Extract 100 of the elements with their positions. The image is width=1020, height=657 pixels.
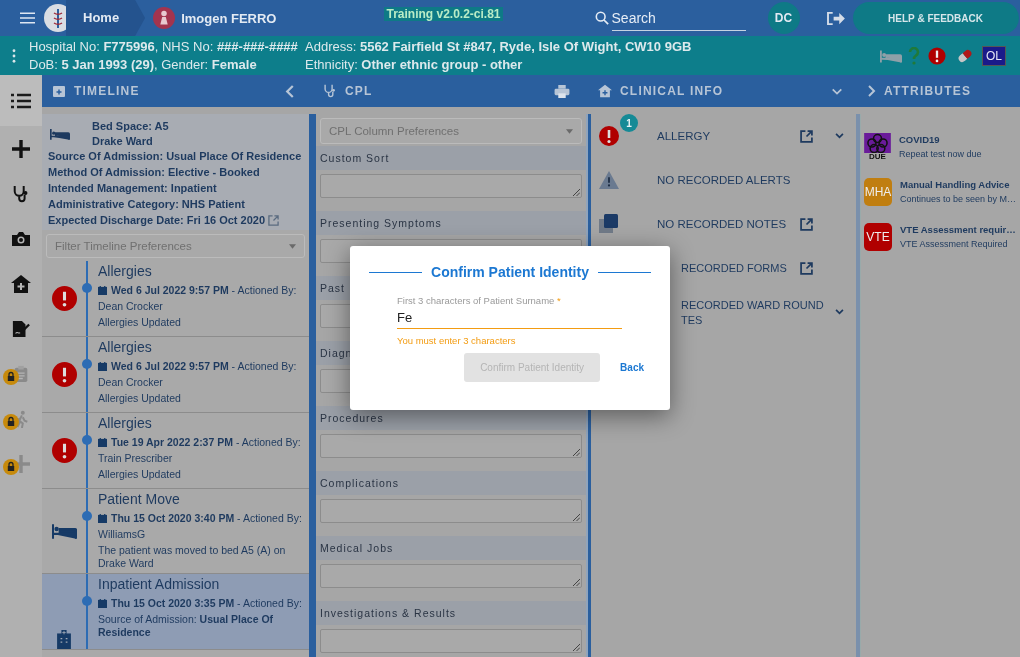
entry-detail: The patient was moved to bed A5 (A) on Drake Ward bbox=[98, 544, 287, 570]
camera-icon bbox=[11, 229, 31, 248]
patient-ethnicity: Ethnicity: Other ethnic group - other bbox=[305, 57, 524, 72]
resize-handle-icon[interactable] bbox=[572, 643, 580, 651]
alert-icon[interactable] bbox=[926, 46, 948, 65]
chevron-left-icon[interactable] bbox=[285, 84, 295, 98]
entry-title: Patient Move bbox=[98, 491, 181, 508]
external-link-icon[interactable] bbox=[800, 217, 813, 231]
entry-title: Inpatient Admission bbox=[98, 576, 221, 593]
entry-detail: Dean Crocker bbox=[98, 300, 164, 313]
entry-title: Allergies bbox=[98, 263, 153, 280]
clinical-info-label[interactable]: RECORDED FORMS bbox=[681, 262, 787, 274]
resize-handle-icon[interactable] bbox=[572, 188, 580, 196]
entry-detail: Allergies Updated bbox=[98, 468, 182, 481]
ward-name: Drake Ward bbox=[92, 135, 154, 147]
timeline-dot bbox=[82, 435, 92, 445]
section-label: Procedures bbox=[320, 412, 384, 424]
entry-date: Wed 6 Jul 2022 9:57 PM - Actioned By: bbox=[111, 284, 297, 297]
search-field[interactable]: Search bbox=[611, 5, 746, 31]
panel-title: TIMELINE bbox=[74, 84, 140, 98]
required-mark: * bbox=[557, 295, 561, 306]
timeline-entry[interactable]: Allergies Tue 19 Apr 2022 2:37 PM - Actioned By: Train Prescriber Allergies Updated bbox=[42, 413, 309, 489]
calendar-icon bbox=[98, 599, 107, 608]
discharge-date: Expected Discharge Date: Fri 16 Oct 2020 bbox=[48, 214, 266, 226]
timeline-entry[interactable]: Allergies Wed 6 Jul 2022 9:57 PM - Actioned By: Dean Crocker Allergies Updated bbox=[42, 261, 309, 337]
hospital-icon bbox=[57, 630, 71, 649]
resize-handle-icon[interactable] bbox=[572, 448, 580, 456]
help-feedback-button[interactable]: HELP & FEEDBACK bbox=[852, 2, 1019, 34]
dialog-title: Confirm Patient Identity bbox=[431, 264, 589, 280]
clinical-info-label[interactable]: RECORDED WARD ROUND bbox=[681, 298, 824, 311]
external-link-icon[interactable] bbox=[268, 214, 280, 226]
count-badge: 1 bbox=[620, 114, 638, 132]
patient-address: Address: 5562 Fairfield St #847, Ryde, Isle Of Wight, CW10 9GB bbox=[305, 39, 692, 54]
house-plus-icon bbox=[598, 84, 612, 98]
entry-date: Wed 6 Jul 2022 9:57 PM - Actioned By: bbox=[111, 360, 297, 373]
attribute-badge: MHA bbox=[864, 177, 892, 206]
avatar-icon bbox=[153, 7, 176, 29]
menu-icon[interactable] bbox=[20, 12, 35, 24]
timeline-dot bbox=[82, 511, 92, 521]
section-label: Medical Jobs bbox=[320, 542, 394, 554]
lock-icon bbox=[3, 459, 19, 475]
entry-detail: Source of Admission: Usual Place Of Residence bbox=[98, 613, 275, 639]
calendar-icon bbox=[52, 84, 66, 98]
calendar-icon bbox=[98, 438, 107, 447]
section-label: Investigations & Results bbox=[320, 607, 457, 619]
caret-icon bbox=[566, 128, 573, 134]
entry-date: Thu 15 Oct 2020 3:35 PM - Actioned By: bbox=[111, 597, 302, 610]
due-badge: DUE bbox=[864, 132, 891, 161]
home-link[interactable]: Home bbox=[66, 0, 146, 36]
printer-icon[interactable] bbox=[554, 84, 570, 98]
external-link-icon[interactable] bbox=[800, 129, 813, 143]
external-link-icon[interactable] bbox=[800, 261, 813, 275]
lock-icon bbox=[3, 414, 19, 430]
calendar-icon bbox=[98, 286, 107, 295]
entry-detail: Allergies Updated bbox=[98, 392, 182, 405]
bed-icon bbox=[50, 127, 70, 140]
resize-handle-icon[interactable] bbox=[572, 513, 580, 521]
clinical-info-label[interactable]: TES bbox=[681, 313, 703, 326]
calendar-icon bbox=[98, 514, 107, 523]
entry-detail: WilliamsG bbox=[98, 528, 147, 541]
section-label: Complications bbox=[320, 477, 399, 489]
clinical-info-label[interactable]: NO RECORDED ALERTS bbox=[657, 174, 791, 186]
attribute-title[interactable]: Manual Handling Advice bbox=[900, 179, 1017, 190]
timeline-dot bbox=[82, 359, 92, 369]
timeline-dot bbox=[82, 283, 92, 293]
entry-title: Allergies bbox=[98, 339, 153, 356]
warning-icon bbox=[599, 170, 619, 190]
panel-title: CPL bbox=[345, 84, 373, 98]
chevron-right-icon[interactable] bbox=[868, 85, 876, 97]
attribute-title[interactable]: COVID19 bbox=[899, 134, 982, 145]
entry-detail: Dean Crocker bbox=[98, 376, 164, 389]
entry-date: Tue 19 Apr 2022 2:37 PM - Actioned By: bbox=[111, 436, 301, 449]
resize-handle-icon[interactable] bbox=[572, 578, 580, 586]
notes-icon bbox=[599, 214, 619, 234]
panel-title: CLINICAL INFO bbox=[620, 84, 724, 98]
calendar-icon bbox=[98, 362, 107, 371]
plus-icon bbox=[11, 139, 31, 158]
ol-badge[interactable]: OL bbox=[982, 45, 1006, 66]
section-label: Custom Sort bbox=[320, 152, 390, 164]
clinical-info-label[interactable]: ALLERGY bbox=[657, 130, 711, 142]
chevron-down-icon[interactable] bbox=[835, 133, 844, 139]
list-icon bbox=[11, 91, 31, 110]
user-avatar[interactable]: DC bbox=[767, 2, 800, 34]
bed-icon bbox=[51, 523, 77, 539]
back-button[interactable]: Back bbox=[620, 362, 644, 373]
timeline-dot bbox=[82, 596, 92, 606]
attribute-badge: VTE bbox=[864, 222, 892, 251]
timeline-entry[interactable]: Inpatient Admission Thu 15 Oct 2020 3:35 PM - Actioned By: Source of Admission: Usual Place Of Residence bbox=[42, 574, 309, 650]
section-label: Past bbox=[320, 282, 345, 294]
admission-detail: Source Of Admission: Usual Place Of Residence bbox=[48, 150, 303, 163]
clinical-info-label[interactable]: NO RECORDED NOTES bbox=[657, 218, 787, 230]
lock-icon bbox=[3, 369, 19, 385]
attribute-title[interactable]: VTE Assessment requir… bbox=[900, 224, 1016, 235]
timeline-entry[interactable]: Allergies Wed 6 Jul 2022 9:57 PM - Actioned By: Dean Crocker Allergies Updated bbox=[42, 337, 309, 413]
patient-name[interactable]: Imogen FERRO bbox=[181, 10, 277, 26]
sidebar-item[interactable] bbox=[0, 75, 42, 126]
search-icon bbox=[594, 11, 609, 25]
logout-icon[interactable] bbox=[825, 10, 845, 26]
chevron-down-icon[interactable] bbox=[835, 309, 844, 315]
more-icon[interactable] bbox=[12, 48, 16, 63]
